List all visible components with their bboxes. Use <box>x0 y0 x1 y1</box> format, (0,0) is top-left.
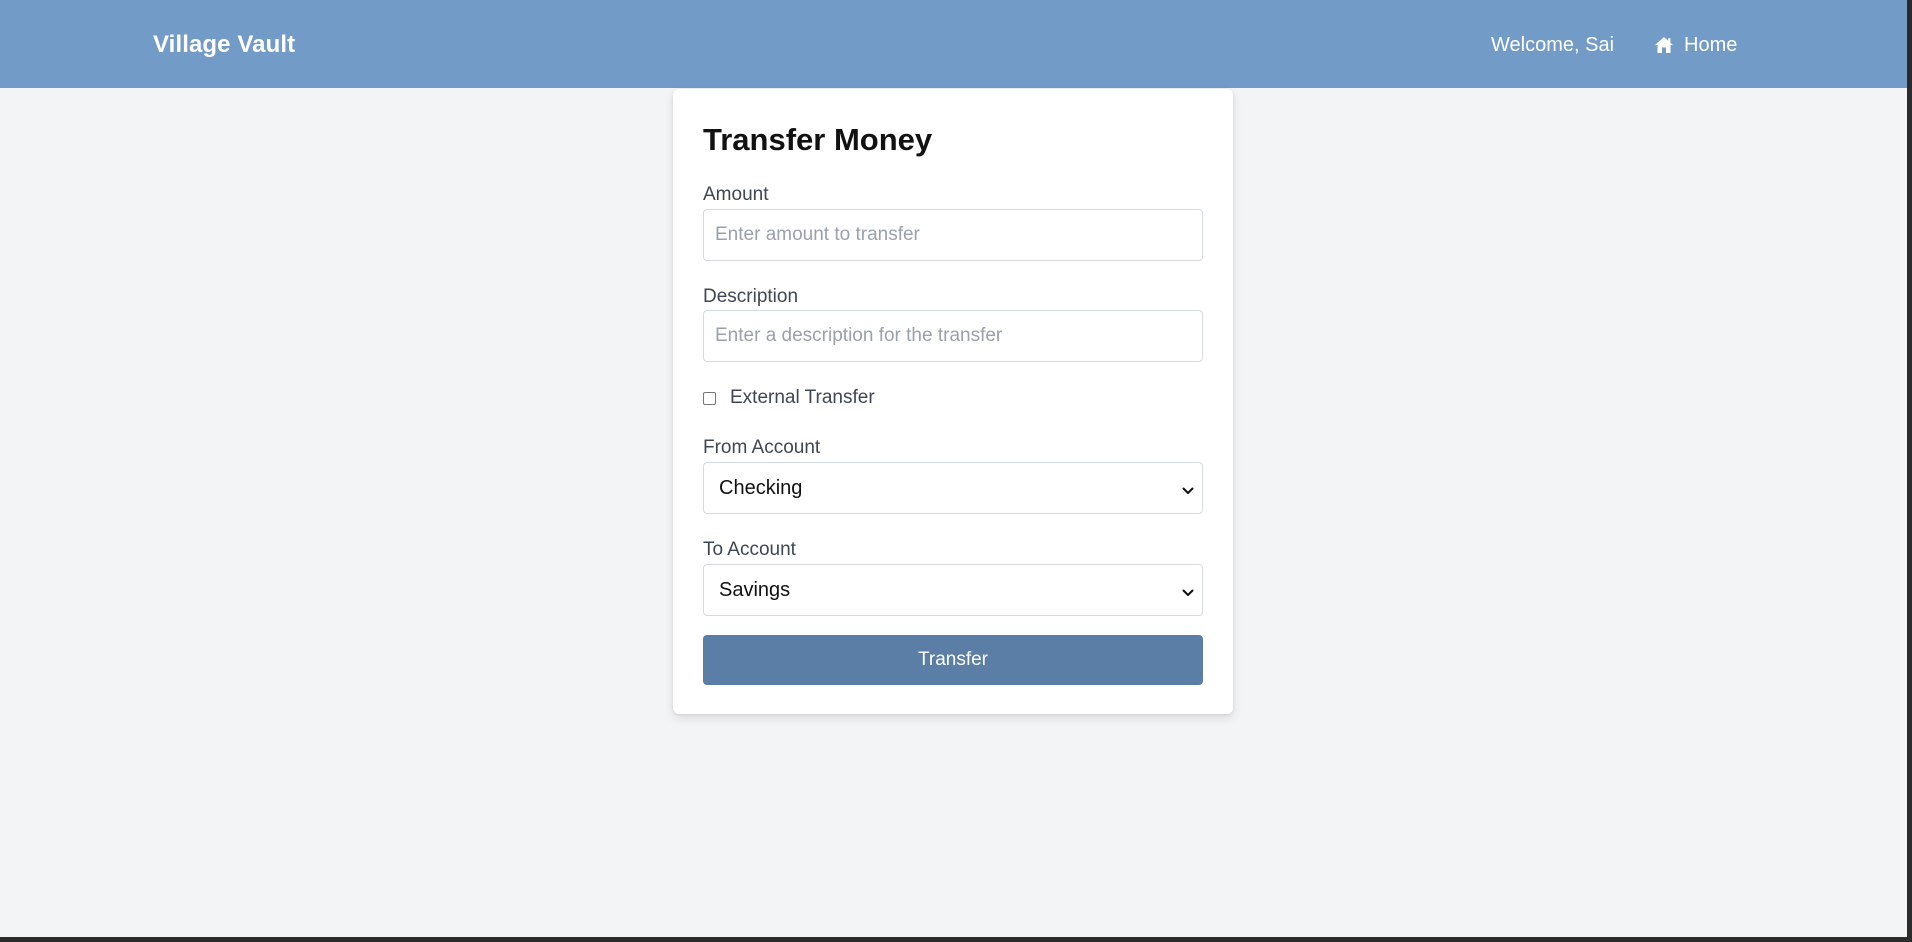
amount-input[interactable] <box>703 209 1203 261</box>
home-icon <box>1654 36 1674 54</box>
to-account-value: Savings <box>719 579 791 601</box>
description-input[interactable] <box>703 310 1203 362</box>
amount-label: Amount <box>703 184 769 205</box>
external-transfer-row: External Transfer <box>703 385 875 411</box>
from-account-value: Checking <box>719 477 803 499</box>
to-account-select[interactable]: Savings <box>703 564 1203 616</box>
window-edge-right <box>1907 0 1912 942</box>
external-transfer-label[interactable]: External Transfer <box>730 385 875 411</box>
home-link[interactable]: Home <box>1654 29 1737 61</box>
description-label: Description <box>703 286 799 307</box>
from-account-select[interactable]: Checking <box>703 462 1203 514</box>
window-edge-bottom <box>0 937 1912 942</box>
brand-title[interactable]: Village Vault <box>153 29 295 61</box>
transfer-form-card: Transfer Money Amount Description Extern… <box>673 89 1233 714</box>
browser-viewport: Village Vault Welcome, Sai Home Transfer… <box>0 0 1907 937</box>
nav-right: Welcome, Sai Home <box>1491 29 1737 61</box>
to-account-label: To Account <box>703 539 796 560</box>
chevron-down-icon <box>1182 483 1194 494</box>
home-link-label: Home <box>1684 34 1738 56</box>
transfer-button[interactable]: Transfer <box>703 635 1203 685</box>
top-navbar: Village Vault Welcome, Sai Home <box>0 0 1907 88</box>
page-title: Transfer Money <box>703 122 933 157</box>
welcome-message: Welcome, Sai <box>1491 34 1615 56</box>
external-transfer-checkbox[interactable] <box>703 391 716 405</box>
from-account-label: From Account <box>703 437 821 458</box>
chevron-down-icon <box>1182 585 1194 596</box>
